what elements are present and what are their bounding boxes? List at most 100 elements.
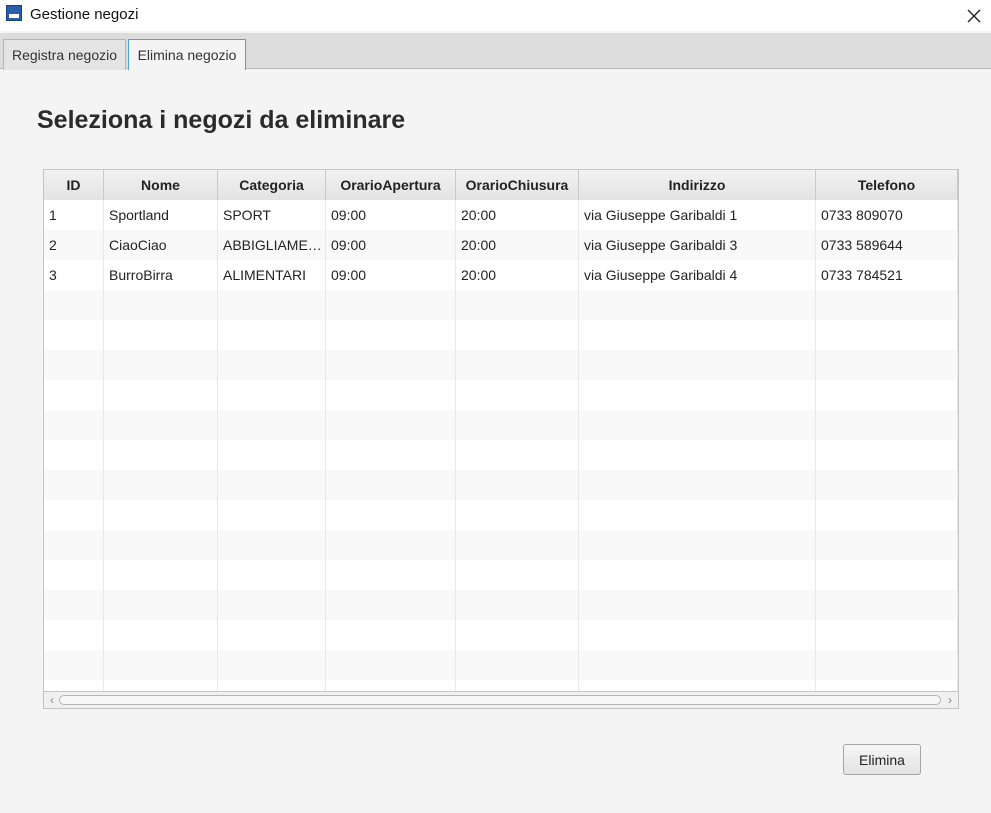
empty-table-row — [44, 620, 958, 650]
empty-cell — [816, 620, 958, 650]
empty-cell — [456, 470, 579, 500]
empty-cell — [104, 650, 218, 680]
empty-cell — [816, 470, 958, 500]
empty-cell — [579, 530, 816, 560]
cell-categoria: SPORT — [218, 200, 326, 230]
table-row[interactable]: 2 CiaoCiao ABBIGLIAME… 09:00 20:00 via G… — [44, 230, 958, 260]
empty-cell — [579, 380, 816, 410]
column-header-nome[interactable]: Nome — [104, 170, 218, 200]
cell-orario-chiusura: 20:00 — [456, 260, 579, 290]
column-header-telefono[interactable]: Telefono — [816, 170, 958, 200]
empty-cell — [579, 320, 816, 350]
column-header-orario-apertura[interactable]: OrarioApertura — [326, 170, 456, 200]
empty-cell — [44, 650, 104, 680]
app-icon — [6, 5, 22, 21]
empty-table-row — [44, 530, 958, 560]
empty-cell — [218, 290, 326, 320]
horizontal-scrollbar[interactable]: ‹ › — [43, 691, 959, 709]
empty-cell — [579, 590, 816, 620]
empty-cell — [816, 440, 958, 470]
empty-cell — [326, 290, 456, 320]
column-header-orario-chiusura[interactable]: OrarioChiusura — [456, 170, 579, 200]
empty-cell — [579, 350, 816, 380]
cell-id: 1 — [44, 200, 104, 230]
tab-registra-negozio[interactable]: Registra negozio — [3, 39, 126, 70]
empty-table-row — [44, 440, 958, 470]
cell-telefono: 0733 809070 — [816, 200, 958, 230]
empty-cell — [456, 620, 579, 650]
empty-cell — [44, 560, 104, 590]
cell-telefono: 0733 589644 — [816, 230, 958, 260]
empty-cell — [579, 650, 816, 680]
empty-cell — [816, 320, 958, 350]
empty-cell — [104, 380, 218, 410]
empty-cell — [44, 590, 104, 620]
empty-cell — [104, 440, 218, 470]
close-button[interactable] — [957, 0, 991, 31]
cell-telefono: 0733 784521 — [816, 260, 958, 290]
empty-cell — [456, 290, 579, 320]
empty-cell — [218, 620, 326, 650]
delete-button[interactable]: Elimina — [843, 744, 921, 775]
tab-content: Seleziona i negozi da eliminare ID Nome … — [0, 70, 991, 813]
empty-cell — [816, 500, 958, 530]
empty-cell — [579, 470, 816, 500]
empty-cell — [816, 560, 958, 590]
cell-id: 2 — [44, 230, 104, 260]
empty-cell — [326, 410, 456, 440]
cell-orario-chiusura: 20:00 — [456, 230, 579, 260]
empty-table-row — [44, 290, 958, 320]
empty-cell — [218, 530, 326, 560]
empty-cell — [456, 410, 579, 440]
table-header: ID Nome Categoria OrarioApertura OrarioC… — [44, 170, 958, 201]
empty-cell — [218, 440, 326, 470]
empty-cell — [218, 560, 326, 590]
table-row[interactable]: 3 BurroBirra ALIMENTARI 09:00 20:00 via … — [44, 260, 958, 290]
tab-elimina-negozio[interactable]: Elimina negozio — [128, 39, 246, 70]
column-header-indirizzo[interactable]: Indirizzo — [579, 170, 816, 200]
empty-cell — [816, 650, 958, 680]
empty-cell — [456, 320, 579, 350]
empty-cell — [218, 350, 326, 380]
empty-cell — [456, 500, 579, 530]
empty-cell — [816, 590, 958, 620]
chevron-right-icon[interactable]: › — [943, 693, 957, 707]
empty-table-row — [44, 470, 958, 500]
scrollbar-thumb[interactable] — [59, 695, 941, 705]
empty-table-row — [44, 500, 958, 530]
cell-orario-apertura: 09:00 — [326, 200, 456, 230]
empty-cell — [218, 650, 326, 680]
empty-cell — [456, 380, 579, 410]
empty-cell — [816, 290, 958, 320]
close-icon — [967, 9, 981, 22]
cell-indirizzo: via Giuseppe Garibaldi 3 — [579, 230, 816, 260]
empty-cell — [44, 620, 104, 650]
shops-table[interactable]: ID Nome Categoria OrarioApertura OrarioC… — [43, 169, 959, 709]
title-bar: Gestione negozi — [0, 0, 991, 31]
empty-cell — [104, 500, 218, 530]
empty-cell — [579, 440, 816, 470]
table-body: 1 Sportland SPORT 09:00 20:00 via Giusep… — [44, 200, 958, 708]
empty-cell — [104, 290, 218, 320]
empty-cell — [44, 530, 104, 560]
empty-cell — [104, 530, 218, 560]
empty-cell — [104, 620, 218, 650]
empty-cell — [326, 320, 456, 350]
empty-cell — [104, 560, 218, 590]
cell-id: 3 — [44, 260, 104, 290]
chevron-left-icon[interactable]: ‹ — [45, 693, 59, 707]
column-header-categoria[interactable]: Categoria — [218, 170, 326, 200]
empty-cell — [44, 380, 104, 410]
empty-cell — [456, 560, 579, 590]
empty-cell — [579, 560, 816, 590]
empty-cell — [104, 590, 218, 620]
empty-cell — [104, 350, 218, 380]
empty-cell — [326, 590, 456, 620]
cell-indirizzo: via Giuseppe Garibaldi 4 — [579, 260, 816, 290]
cell-nome: Sportland — [104, 200, 218, 230]
window-title: Gestione negozi — [30, 6, 139, 23]
empty-cell — [579, 620, 816, 650]
cell-orario-apertura: 09:00 — [326, 230, 456, 260]
table-row[interactable]: 1 Sportland SPORT 09:00 20:00 via Giusep… — [44, 200, 958, 230]
column-header-id[interactable]: ID — [44, 170, 104, 200]
